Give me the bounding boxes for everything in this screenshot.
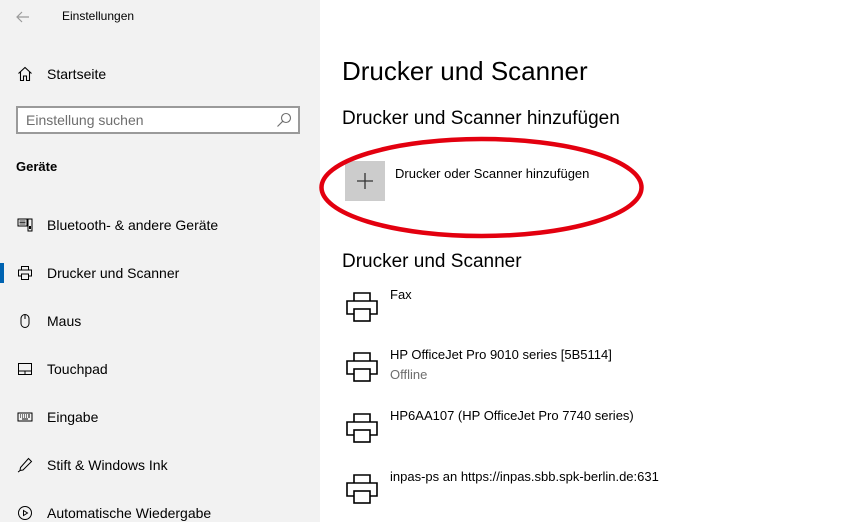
sidebar-nav: Bluetooth- & andere Geräte Drucker und S… (0, 201, 320, 522)
title-bar: Einstellungen (0, 0, 320, 34)
sidebar-item-label: Bluetooth- & andere Geräte (47, 217, 219, 233)
printer-icon (346, 474, 378, 504)
sidebar-item-autoplay[interactable]: Automatische Wiedergabe (0, 489, 320, 522)
sidebar-item-label: Stift & Windows Ink (47, 457, 168, 473)
sidebar: Einstellungen Startseite Geräte (0, 0, 320, 522)
touchpad-icon (16, 360, 34, 378)
sidebar-item-label: Startseite (47, 66, 107, 82)
printer-name: Fax (390, 287, 412, 302)
bluetooth-devices-icon (16, 216, 34, 234)
search-box[interactable] (16, 106, 300, 134)
printer-item-fax[interactable]: Fax (344, 287, 824, 331)
search-input[interactable] (26, 111, 266, 129)
printers-section-heading: Drucker und Scanner (342, 251, 522, 272)
add-printer-label: Drucker oder Scanner hinzufügen (395, 166, 590, 181)
keyboard-icon (16, 408, 34, 426)
settings-window: Einstellungen Startseite Geräte (0, 0, 847, 522)
add-button-tile[interactable] (345, 161, 385, 201)
selected-indicator (0, 263, 4, 283)
back-arrow-icon (16, 11, 29, 23)
printer-item-inpas[interactable]: inpas-ps an https://inpas.sbb.spk-berlin… (344, 469, 824, 513)
pen-icon (16, 456, 34, 474)
home-icon (16, 65, 34, 83)
printer-icon (346, 292, 378, 322)
printer-icon (346, 352, 378, 382)
sidebar-item-label: Drucker und Scanner (47, 265, 180, 281)
sidebar-item-input[interactable]: Eingabe (0, 393, 320, 441)
sidebar-section-title: Geräte (16, 159, 58, 174)
main-content: Drucker und Scanner Drucker und Scanner … (320, 0, 847, 522)
add-printer-button[interactable]: Drucker oder Scanner hinzufügen (345, 161, 645, 203)
sidebar-item-label: Automatische Wiedergabe (47, 505, 212, 521)
printer-name: HP OfficeJet Pro 9010 series [5B5114] (390, 347, 612, 362)
printer-item-hp7740[interactable]: HP6AA107 (HP OfficeJet Pro 7740 series) (344, 408, 824, 452)
back-button[interactable] (12, 6, 34, 28)
search-icon[interactable] (276, 112, 292, 128)
autoplay-icon (16, 504, 34, 522)
app-title: Einstellungen (62, 9, 135, 23)
sidebar-item-home[interactable]: Startseite (0, 58, 320, 90)
sidebar-item-mouse[interactable]: Maus (0, 297, 320, 345)
sidebar-item-pen[interactable]: Stift & Windows Ink (0, 441, 320, 489)
printer-name: inpas-ps an https://inpas.sbb.spk-berlin… (390, 469, 659, 484)
sidebar-item-label: Eingabe (47, 409, 99, 425)
printer-status: Offline (390, 367, 428, 382)
sidebar-item-printers[interactable]: Drucker und Scanner (0, 249, 320, 297)
sidebar-item-bluetooth[interactable]: Bluetooth- & andere Geräte (0, 201, 320, 249)
printer-icon (346, 413, 378, 443)
printer-item-hp9010[interactable]: HP OfficeJet Pro 9010 series [5B5114] Of… (344, 347, 824, 391)
add-section-heading: Drucker und Scanner hinzufügen (342, 108, 620, 129)
sidebar-item-label: Touchpad (47, 361, 108, 377)
printer-icon (16, 264, 34, 282)
printer-name: HP6AA107 (HP OfficeJet Pro 7740 series) (390, 408, 634, 423)
sidebar-item-touchpad[interactable]: Touchpad (0, 345, 320, 393)
mouse-icon (16, 312, 34, 330)
plus-icon (357, 173, 373, 189)
page-title: Drucker und Scanner (342, 56, 588, 86)
sidebar-item-label: Maus (47, 313, 82, 329)
